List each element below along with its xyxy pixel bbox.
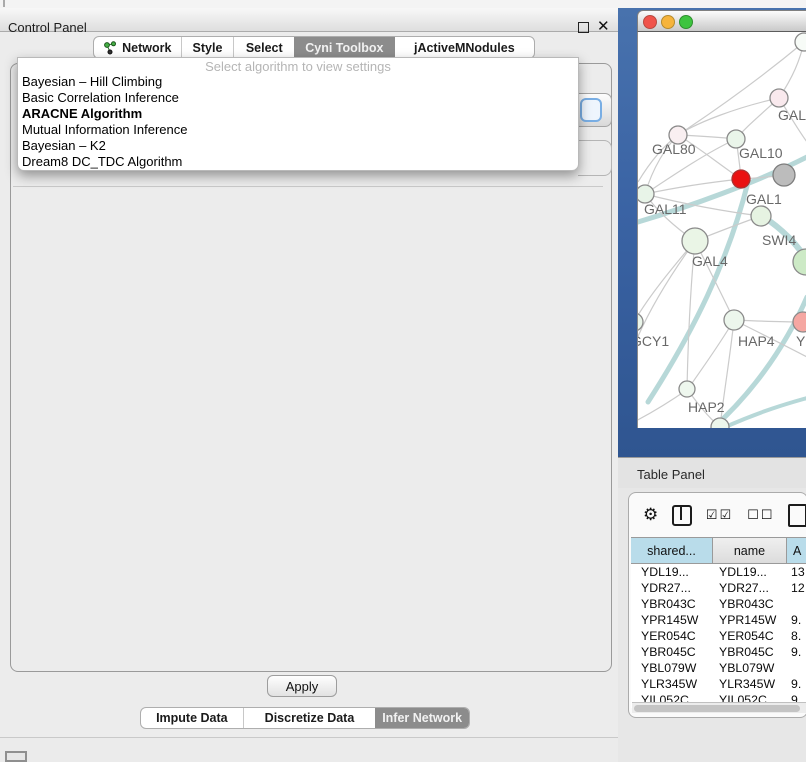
- tab-infer-network-label: Infer Network: [382, 711, 462, 725]
- apply-button-label: Apply: [286, 679, 319, 694]
- table-row[interactable]: YLR345WYLR345W9.: [631, 676, 806, 692]
- tab-select[interactable]: Select: [233, 37, 294, 58]
- node-partial-bottom[interactable]: [711, 418, 729, 428]
- top-strip: [0, 0, 806, 8]
- network-node-labels: GAL GAL80 GAL10 GAL1 GAL11 SWI4 GAL4 GCY…: [638, 107, 806, 415]
- column-header-shared[interactable]: shared...: [631, 538, 713, 563]
- node-label: GAL11: [644, 201, 687, 217]
- settings-gear-icon[interactable]: ⚙: [643, 505, 658, 525]
- node-gal1[interactable]: [732, 170, 750, 188]
- tab-impute-data-label: Impute Data: [156, 711, 228, 725]
- tab-style-label: Style: [193, 41, 223, 55]
- node-label: SWI4: [762, 232, 796, 248]
- deselect-all-icon[interactable]: ☐☐: [747, 508, 774, 523]
- dropdown-item[interactable]: Mutual Information Inference: [21, 122, 571, 138]
- tab-jactivemnodules-label: jActiveMNodules: [414, 41, 515, 55]
- tab-network[interactable]: Network: [94, 37, 181, 58]
- node-table: shared... name A YDL19...YDL19...13 YDR2…: [631, 537, 806, 708]
- mac-close-icon[interactable]: [644, 16, 657, 29]
- column-layout-icon[interactable]: [672, 505, 692, 526]
- tab-infer-network[interactable]: Infer Network: [375, 708, 469, 728]
- node-label: HAP4: [738, 333, 775, 349]
- tab-discretize-data-label: Discretize Data: [265, 711, 355, 725]
- dropdown-item[interactable]: Basic Correlation Inference: [21, 90, 571, 106]
- node-hap2[interactable]: [679, 381, 695, 397]
- network-window-titlebar[interactable]: [637, 10, 806, 32]
- column-header-partial[interactable]: A: [787, 538, 806, 563]
- node-label: GAL10: [739, 145, 783, 161]
- select-all-icon[interactable]: ☑☑: [706, 508, 733, 523]
- node-gal4[interactable]: [682, 228, 708, 254]
- hidden-combo-stepper-icon: [580, 98, 602, 122]
- node-gal-upper[interactable]: [770, 89, 788, 107]
- node-gray[interactable]: [773, 164, 795, 186]
- dropdown-item[interactable]: Bayesian – Hill Climbing: [21, 74, 571, 90]
- node-label: HAP2: [688, 399, 725, 415]
- dropdown-item[interactable]: Dream8 DC_TDC Algorithm: [21, 154, 571, 170]
- float-window-icon[interactable]: [578, 22, 589, 33]
- node-right-green[interactable]: [793, 249, 806, 275]
- node-label: GAL1: [746, 191, 782, 207]
- network-icon: [103, 41, 117, 55]
- tab-style[interactable]: Style: [181, 37, 234, 58]
- node-label: GAL: [778, 107, 806, 123]
- minimized-panel-icon[interactable]: [5, 751, 27, 762]
- control-panel-tabbar: Network Style Select Cyni Toolbox jActiv…: [93, 36, 535, 59]
- tab-cyni-toolbox[interactable]: Cyni Toolbox: [294, 37, 395, 58]
- node-y-pink[interactable]: [793, 312, 806, 332]
- dropdown-placeholder: Select algorithm to view settings: [18, 59, 578, 74]
- table-panel-title: Table Panel: [637, 467, 705, 482]
- algorithm-dropdown-popup: Select algorithm to view settings Bayesi…: [17, 57, 579, 171]
- table-row[interactable]: YBR045CYBR045C9.: [631, 644, 806, 660]
- tab-jactivemnodules[interactable]: jActiveMNodules: [395, 37, 534, 58]
- table-panel-titlebar: Table Panel: [618, 457, 806, 488]
- table-row[interactable]: YDL19...YDL19...13: [631, 564, 806, 580]
- hidden-panel-fragment: [578, 140, 612, 176]
- dropdown-item[interactable]: Bayesian – K2: [21, 138, 571, 154]
- node-label: GAL80: [652, 141, 696, 157]
- bottom-tabbar: Impute Data Discretize Data Infer Networ…: [140, 707, 470, 729]
- control-panel-title: Control Panel: [8, 20, 87, 35]
- mac-zoom-icon[interactable]: [680, 16, 693, 29]
- dropdown-item-highlighted[interactable]: ARACNE Algorithm: [21, 106, 571, 122]
- node-label: GAL4: [692, 253, 728, 269]
- tab-select-label: Select: [246, 41, 283, 55]
- table-row[interactable]: YPR145WYPR145W9.: [631, 612, 806, 628]
- node-swi4[interactable]: [751, 206, 771, 226]
- application-window: Control Panel ✕ Network Style Select Cyn…: [0, 0, 806, 762]
- table-horizontal-scrollbar[interactable]: [632, 702, 806, 713]
- tab-network-label: Network: [122, 41, 171, 55]
- panel-divider: [13, 186, 603, 187]
- tab-impute-data[interactable]: Impute Data: [141, 708, 243, 728]
- hidden-combo-fragment: [576, 93, 612, 127]
- bottom-strip: [0, 738, 618, 762]
- table-panel-card: ⚙ ☑☑ ☐☐ shared... name A YDL19...YDL19..…: [628, 492, 806, 718]
- table-row[interactable]: YBR043CYBR043C: [631, 596, 806, 612]
- tab-discretize-data[interactable]: Discretize Data: [243, 708, 376, 728]
- page-icon[interactable]: [788, 504, 806, 527]
- table-hscroll-thumb[interactable]: [634, 705, 800, 712]
- table-header-row: shared... name A: [631, 537, 806, 564]
- table-row[interactable]: YBL079WYBL079W: [631, 660, 806, 676]
- node-label: Y: [796, 333, 806, 349]
- mac-minimize-icon[interactable]: [662, 16, 675, 29]
- table-row[interactable]: YDR27...YDR27...12: [631, 580, 806, 596]
- top-tick: [3, 0, 5, 7]
- network-canvas[interactable]: GAL GAL80 GAL10 GAL1 GAL11 SWI4 GAL4 GCY…: [637, 32, 806, 428]
- node-label: GCY1: [638, 333, 669, 349]
- tab-cyni-toolbox-label: Cyni Toolbox: [305, 41, 383, 55]
- control-panel-titlebar: Control Panel ✕: [0, 8, 618, 32]
- table-toolbar: ⚙ ☑☑ ☐☐: [629, 493, 806, 537]
- table-row[interactable]: YER054CYER054C8.: [631, 628, 806, 644]
- column-header-name[interactable]: name: [713, 538, 787, 563]
- apply-button[interactable]: Apply: [267, 675, 337, 697]
- node-hap4[interactable]: [724, 310, 744, 330]
- close-icon[interactable]: ✕: [597, 17, 610, 35]
